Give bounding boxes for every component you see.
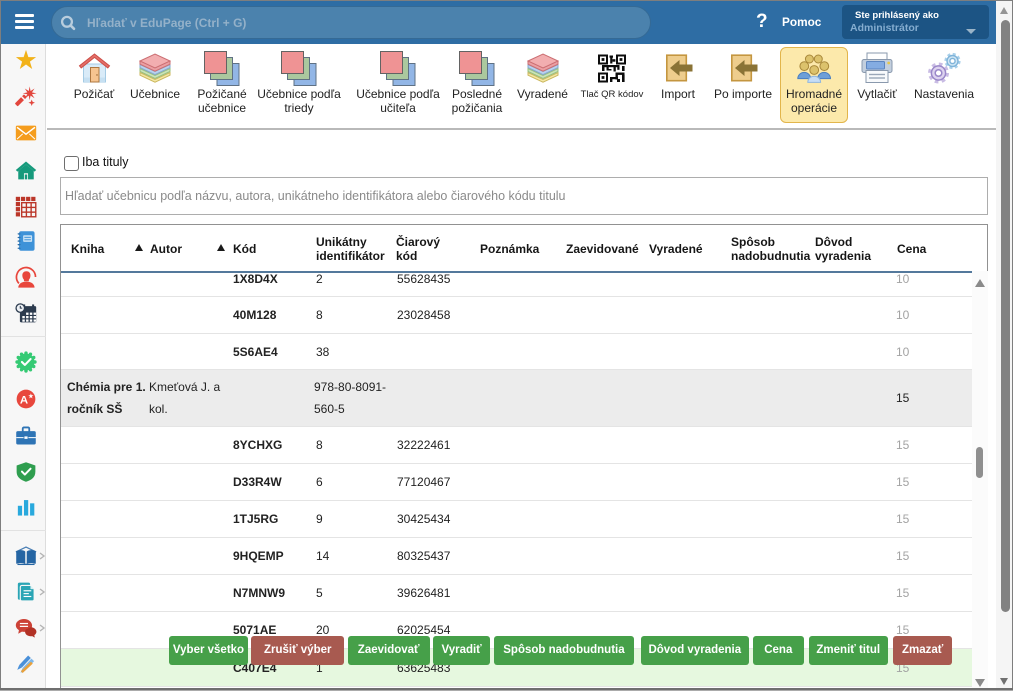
- svg-text:A: A: [19, 395, 27, 407]
